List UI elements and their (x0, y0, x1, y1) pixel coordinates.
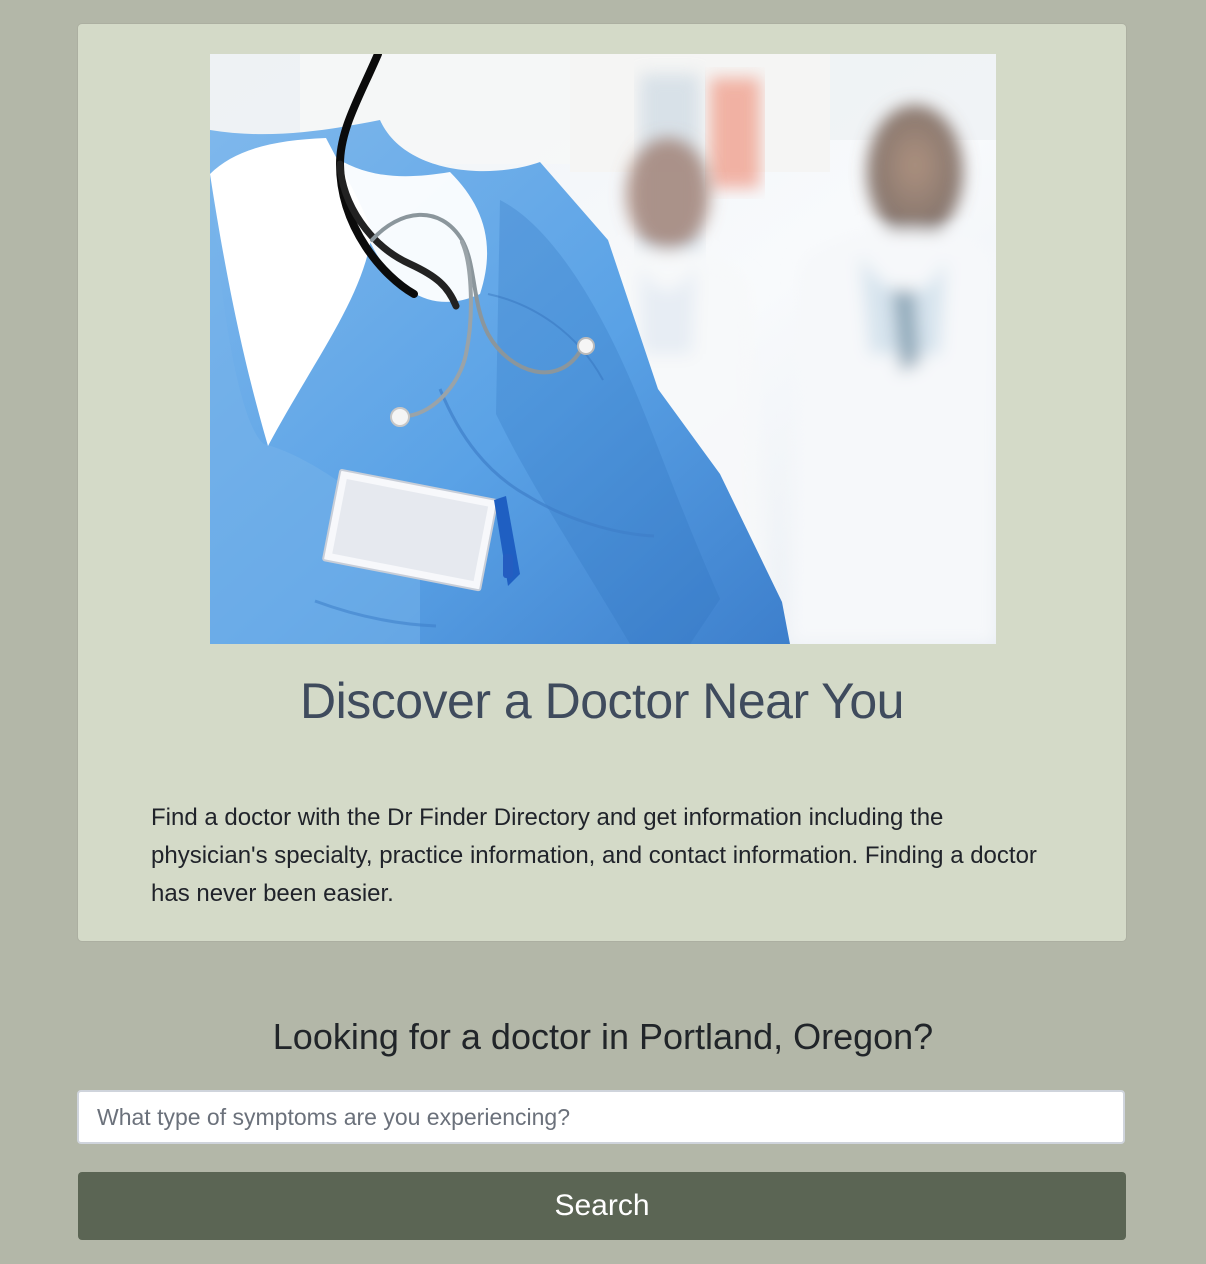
hero-description: Find a doctor with the Dr Finder Directo… (151, 804, 1037, 907)
symptoms-search-input[interactable] (77, 1090, 1125, 1144)
doctor-hero-image (210, 54, 996, 644)
search-button[interactable]: Search (78, 1172, 1126, 1240)
hero-title: Discover a Doctor Near You (300, 673, 904, 729)
hero-card: Discover a Doctor Near You Find a doctor… (78, 24, 1126, 941)
search-heading: Looking for a doctor in Portland, Oregon… (272, 1016, 934, 1057)
